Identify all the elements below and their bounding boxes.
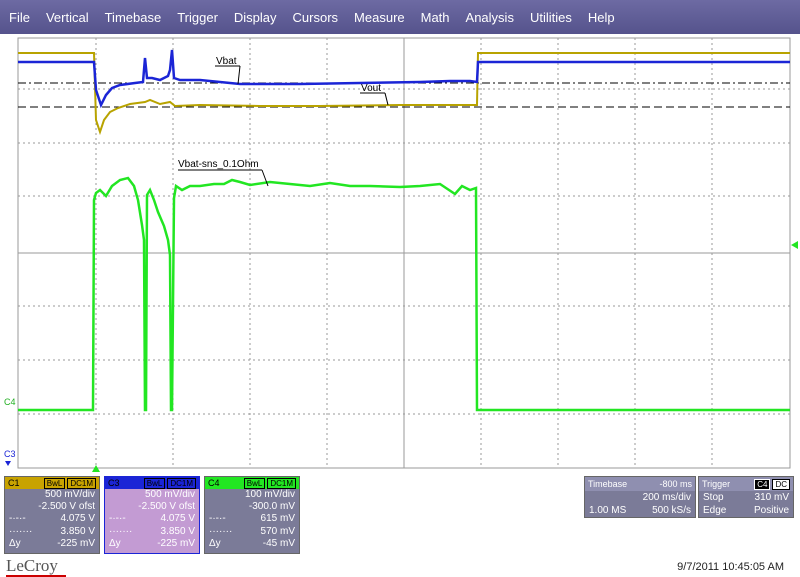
annotation-vout: Vout [360,83,389,106]
c1-bwl-badge: BwL [43,477,66,489]
c3-marker: C3 [4,449,16,459]
channel-c1-panel[interactable]: C1 BwL DC1M 500 mV/div -2.500 V ofst -·-·… [4,476,100,554]
waveform-display[interactable]: Vbat Vout Vbat-sns_0.1Ohm C4 C3 [0,34,800,474]
trigger-slope: Positive [753,505,789,516]
c1-cursor1: 4.075 V [60,513,95,525]
trigger-title: Trigger [702,479,731,489]
c4-offset: -300.0 mV [248,501,295,513]
timebase-panel[interactable]: Timebase -800 ms 200 ms/div 1.00 MS 500 kS… [584,476,696,518]
c4-marker: C4 [4,397,16,407]
c1-scale: 500 mV/div [44,489,95,500]
menu-analysis[interactable]: Analysis [466,10,514,25]
dotted-icon: ······· [109,525,133,537]
trigger-level: 310 mV [754,492,789,503]
menu-timebase[interactable]: Timebase [105,10,162,25]
trigger-source-badge: C4 [754,478,771,490]
c4-bwl-badge: BwL [243,477,266,489]
c4-label: C4 [208,478,220,488]
c1-label: C1 [8,478,20,488]
c4-delta: -45 mV [262,537,295,549]
dashdot-icon: -·-·- [9,513,26,525]
c1-offset: -2.500 V ofst [38,501,95,513]
menu-help[interactable]: Help [588,10,615,25]
timebase-delay: -800 ms [659,479,692,489]
dashdot-icon: -·-·- [109,513,126,525]
annotation-vbat-sns: Vbat-sns_0.1Ohm [178,159,269,187]
menu-bar: File Vertical Timebase Trigger Display C… [0,0,800,34]
c1-delta-label: Δy [9,537,21,549]
c3-offset: -2.500 V ofst [138,501,195,513]
c3-delta-label: Δy [109,537,121,549]
lecroy-logo: LeCroy [6,556,66,577]
timebase-samples: 1.00 MS [589,505,627,516]
c3-coupling-badge: DC1M [167,477,196,489]
menu-trigger[interactable]: Trigger [177,10,218,25]
timebase-rate: 500 kS/s [652,505,691,516]
dotted-icon: ······· [9,525,33,537]
c3-cursor1: 4.075 V [160,513,195,525]
c1-delta: -225 mV [57,537,95,549]
svg-text:Vbat: Vbat [216,56,237,67]
c4-cursor1: 615 mV [260,513,295,525]
c1-coupling-badge: DC1M [67,477,96,489]
menu-file[interactable]: File [9,10,30,25]
c1-cursor2: 3.850 V [60,525,95,537]
dashdot-icon: -·-·- [209,513,226,525]
menu-utilities[interactable]: Utilities [530,10,572,25]
c3-bwl-badge: BwL [143,477,166,489]
c3-delta: -225 mV [157,537,195,549]
datetime-display: 9/7/2011 10:45:05 AM [677,561,784,573]
c3-cursor2: 3.850 V [160,525,195,537]
c4-cursor2: 570 mV [260,525,295,537]
c4-coupling-badge: DC1M [267,477,296,489]
svg-text:Vout: Vout [361,83,381,94]
trigger-type: Edge [703,505,727,516]
channel-c3-panel[interactable]: C3 BwL DC1M 500 mV/div -2.500 V ofst -·-·… [104,476,200,554]
c4-scale: 100 mV/div [244,489,295,500]
timebase-title: Timebase [588,479,628,489]
menu-display[interactable]: Display [234,10,277,25]
trigger-panel[interactable]: Trigger C4 DC Stop 310 mV Edge Positive [698,476,794,518]
menu-vertical[interactable]: Vertical [46,10,89,25]
trigger-mode: Stop [703,492,724,503]
c3-label: C3 [108,478,120,488]
c3-scale: 500 mV/div [144,489,195,500]
svg-text:Vbat-sns_0.1Ohm: Vbat-sns_0.1Ohm [178,159,259,170]
menu-measure[interactable]: Measure [354,10,405,25]
c4-delta-label: Δy [209,537,221,549]
timebase-scale: 200 ms/div [642,492,691,503]
trigger-coupling-badge: DC [772,478,790,490]
c3-arrow-icon [5,461,11,466]
menu-math[interactable]: Math [421,10,450,25]
channel-c4-panel[interactable]: C4 BwL DC1M 100 mV/div -300.0 mV -·-·- 615… [204,476,300,554]
trigger-level-marker-icon[interactable] [791,241,798,249]
menu-cursors[interactable]: Cursors [293,10,339,25]
dotted-icon: ······· [209,525,233,537]
annotation-vbat: Vbat [215,56,241,85]
